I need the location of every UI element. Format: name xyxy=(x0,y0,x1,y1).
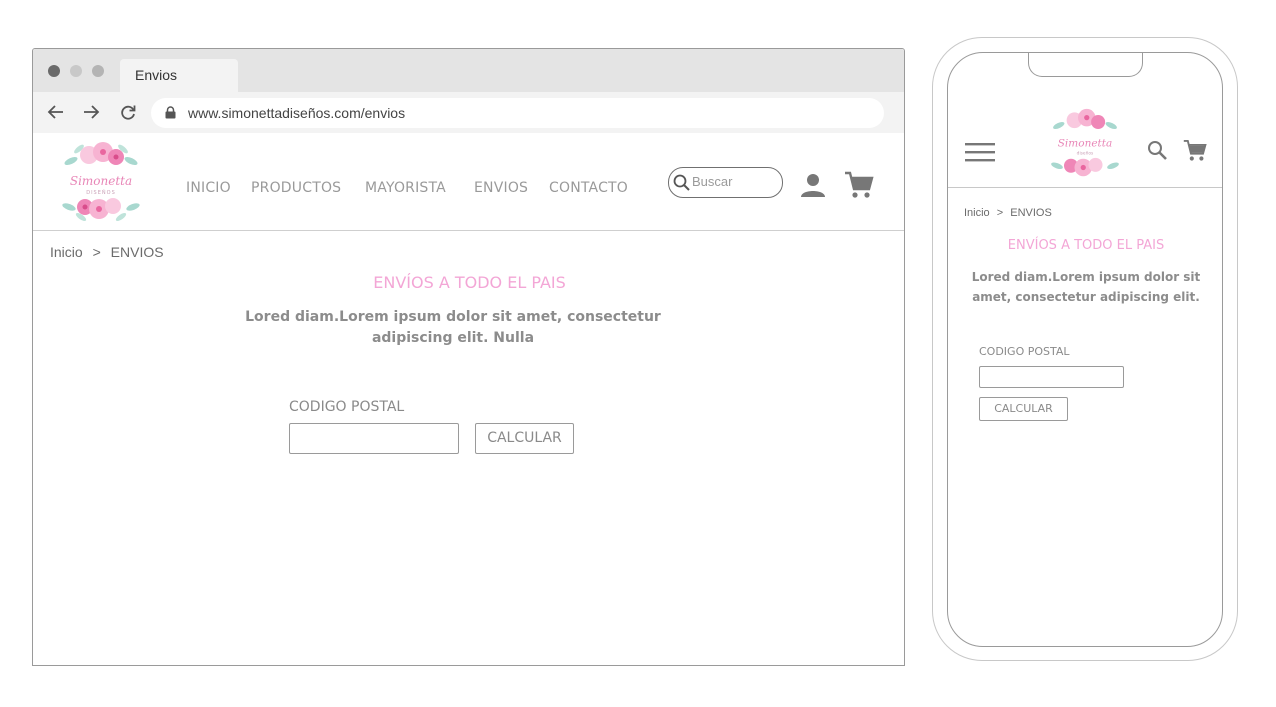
user-icon[interactable] xyxy=(800,172,826,198)
page-title: ENVÍOS A TODO EL PAIS xyxy=(373,273,566,292)
postal-code-label-mobile: CODIGO POSTAL xyxy=(979,345,1070,358)
reload-icon[interactable] xyxy=(118,102,138,122)
nav-item-mayorista[interactable]: MAYORISTA xyxy=(365,180,446,196)
calculate-button-mobile[interactable]: CALCULAR xyxy=(979,397,1068,421)
description-line-2: amet, consectetur adipiscing elit. xyxy=(972,290,1200,304)
brand-tagline-mobile: diseños xyxy=(1077,150,1094,156)
browser-address-bar: www.simonettadiseños.com/envios xyxy=(33,92,904,133)
brand-name: Simonetta xyxy=(70,174,132,188)
search-placeholder: Buscar xyxy=(692,174,733,189)
description-line-1: Lored diam.Lorem ipsum dolor sit amet, c… xyxy=(245,309,661,325)
search-icon[interactable] xyxy=(1147,140,1169,162)
page-title-mobile: ENVÍOS A TODO EL PAIS xyxy=(1007,238,1165,253)
lock-icon xyxy=(165,106,176,119)
breadcrumb-separator: > xyxy=(92,244,101,260)
mobile-header-divider xyxy=(948,187,1222,188)
hamburger-icon[interactable] xyxy=(965,142,996,164)
cart-icon[interactable] xyxy=(1183,139,1207,162)
postal-code-input[interactable] xyxy=(289,423,459,454)
desktop-browser-window: Envios www.simonettadiseños.com/envios S… xyxy=(32,48,905,666)
window-close-dot[interactable] xyxy=(48,65,60,77)
browser-tab-title: Envios xyxy=(135,67,178,83)
phone-screen: Simonetta diseños Inicio > ENVIOS ENVÍOS… xyxy=(947,52,1223,647)
nav-item-productos[interactable]: PRODUCTOS xyxy=(251,180,341,196)
breadcrumb-home[interactable]: Inicio xyxy=(50,244,83,260)
url-field[interactable]: www.simonettadiseños.com/envios xyxy=(151,98,884,128)
url-text: www.simonettadiseños.com/envios xyxy=(188,105,406,121)
postal-code-input-mobile[interactable] xyxy=(979,366,1124,388)
nav-item-inicio[interactable]: INICIO xyxy=(186,180,231,196)
site-header: Simonetta DISEÑOS INICIO PRODUCTOS MAYOR… xyxy=(33,133,904,231)
floral-bottom-mobile xyxy=(1051,157,1119,177)
browser-tab-bar: Envios xyxy=(33,49,904,92)
breadcrumb-current: ENVIOS xyxy=(110,244,164,260)
search-icon xyxy=(673,174,690,191)
breadcrumb: Inicio > ENVIOS xyxy=(50,244,164,260)
floral-bottom xyxy=(62,198,140,222)
arrow-left-icon[interactable] xyxy=(46,102,66,122)
description-line-2: adipiscing elit. Nulla xyxy=(371,330,535,346)
calculate-button[interactable]: CALCULAR xyxy=(475,423,574,454)
postal-code-label: CODIGO POSTAL xyxy=(289,399,405,415)
breadcrumb-current: ENVIOS xyxy=(1010,207,1052,219)
window-maximize-dot[interactable] xyxy=(92,65,104,77)
breadcrumb-mobile: Inicio > ENVIOS xyxy=(964,207,1052,219)
arrow-right-icon[interactable] xyxy=(81,102,101,122)
breadcrumb-home[interactable]: Inicio xyxy=(964,207,990,219)
nav-item-envios[interactable]: ENVIOS xyxy=(474,180,528,196)
brand-name-mobile: Simonetta xyxy=(1058,138,1113,150)
brand-tagline: DISEÑOS xyxy=(86,189,116,196)
brand-logo-mobile[interactable]: Simonetta diseños xyxy=(1050,104,1120,182)
page-description: Lored diam.Lorem ipsum dolor sit amet, c… xyxy=(203,307,703,349)
window-minimize-dot[interactable] xyxy=(70,65,82,77)
cart-icon[interactable] xyxy=(844,171,874,199)
breadcrumb-separator: > xyxy=(996,207,1004,219)
description-line-1: Lored diam.Lorem ipsum dolor sit xyxy=(971,270,1201,284)
brand-logo[interactable]: Simonetta DISEÑOS xyxy=(61,139,141,223)
browser-tab[interactable]: Envios xyxy=(120,59,238,92)
page-description-mobile: Lored diam.Lorem ipsum dolor sit amet, c… xyxy=(956,267,1216,307)
phone-notch xyxy=(1028,53,1143,77)
search-input[interactable]: Buscar xyxy=(668,167,783,198)
floral-top xyxy=(64,142,138,166)
floral-top-mobile xyxy=(1053,108,1117,130)
nav-item-contacto[interactable]: CONTACTO xyxy=(549,180,628,196)
